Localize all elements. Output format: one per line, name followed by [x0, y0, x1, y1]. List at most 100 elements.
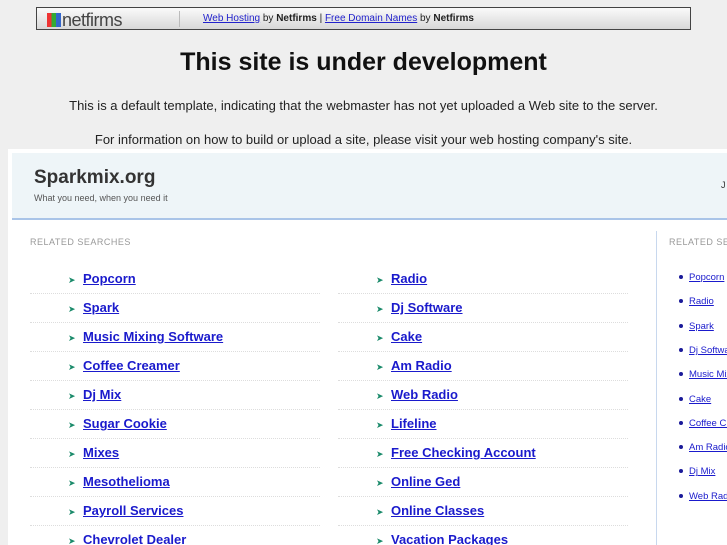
arrow-icon: ➤ [68, 420, 76, 430]
related-searches-label: RELATED SEARCHES [30, 237, 131, 247]
arrow-icon: ➤ [68, 362, 76, 372]
arrow-icon: ➤ [376, 391, 384, 401]
search-link[interactable]: Music Mixing Software [83, 329, 223, 344]
sidebar-link[interactable]: Music Mixing Software [689, 369, 727, 380]
sidebar: RELATED SEARCHES Popcorn Radio Spark Dj Sof… [656, 231, 727, 545]
search-link[interactable]: Free Checking Account [391, 445, 536, 460]
bullet-icon [679, 396, 683, 401]
search-link[interactable]: Am Radio [391, 358, 452, 373]
sidebar-item: Web Radio [679, 491, 727, 502]
arrow-icon: ➤ [68, 536, 76, 545]
list-item: ➤ Am Radio [338, 352, 628, 381]
list-item: ➤ Music Mixing Software [30, 323, 320, 352]
sidebar-link[interactable]: Spark [689, 321, 714, 332]
arrow-icon: ➤ [68, 333, 76, 343]
list-item: ➤ Radio [338, 265, 628, 294]
sidebar-link[interactable]: Coffee Creamer [689, 418, 727, 429]
site-name[interactable]: Sparkmix.org [34, 167, 155, 189]
list-item: ➤ Dj Mix [30, 381, 320, 410]
bullet-icon [679, 493, 683, 498]
search-link[interactable]: Chevrolet Dealer [83, 532, 186, 545]
list-item: ➤ Cake [338, 323, 628, 352]
list-item: ➤ Free Checking Account [338, 439, 628, 468]
free-domain-link[interactable]: Free Domain Names [325, 13, 417, 24]
arrow-icon: ➤ [376, 420, 384, 430]
list-item: ➤ Vacation Packages [338, 526, 628, 545]
sidebar-item: Popcorn [679, 272, 724, 283]
by-text: by [262, 13, 274, 24]
arrow-icon: ➤ [68, 275, 76, 285]
date-text: J [721, 180, 726, 190]
list-item: ➤ Payroll Services [30, 497, 320, 526]
sidebar-link[interactable]: Web Radio [689, 491, 727, 502]
sidebar-link[interactable]: Am Radio [689, 442, 727, 453]
bullet-icon [679, 299, 683, 304]
arrow-icon: ➤ [376, 362, 384, 372]
search-link[interactable]: Online Classes [391, 503, 484, 518]
search-link[interactable]: Online Ged [391, 474, 460, 489]
search-link[interactable]: Lifeline [391, 416, 437, 431]
info-text: This is a default template, indicating t… [69, 98, 658, 113]
search-link[interactable]: Sugar Cookie [83, 416, 167, 431]
list-item: ➤ Web Radio [338, 381, 628, 410]
netfirms-logo[interactable]: netfirms [47, 10, 123, 31]
list-item: ➤ Mixes [30, 439, 320, 468]
list-item: ➤ Coffee Creamer [30, 352, 320, 381]
bullet-icon [679, 323, 683, 328]
search-link[interactable]: Spark [83, 300, 119, 315]
arrow-icon: ➤ [376, 304, 384, 314]
sidebar-related-label: RELATED SEARCHES [669, 237, 727, 247]
bullet-icon [679, 445, 683, 450]
search-link[interactable]: Popcorn [83, 271, 136, 286]
arrow-icon: ➤ [376, 449, 384, 459]
arrow-icon: ➤ [68, 304, 76, 314]
search-link[interactable]: Vacation Packages [391, 532, 508, 545]
sidebar-link[interactable]: Dj Mix [689, 466, 715, 477]
sidebar-item: Dj Software [679, 345, 727, 356]
brand-text: Netfirms [276, 13, 317, 24]
list-item: ➤ Online Ged [338, 468, 628, 497]
list-item: ➤ Mesothelioma [30, 468, 320, 497]
arrow-icon: ➤ [68, 391, 76, 401]
sidebar-item: Am Radio [679, 442, 727, 453]
list-item: ➤ Chevrolet Dealer [30, 526, 320, 545]
banner-links: Web Hosting by Netfirms | Free Domain Na… [203, 13, 474, 24]
bullet-icon [679, 420, 683, 425]
sidebar-link[interactable]: Radio [689, 296, 714, 307]
list-item: ➤ Popcorn [30, 265, 320, 294]
sidebar-item: Cake [679, 394, 711, 405]
arrow-icon: ➤ [376, 333, 384, 343]
site-tagline: What you need, when you need it [34, 193, 168, 203]
search-link[interactable]: Mesothelioma [83, 474, 170, 489]
search-link[interactable]: Web Radio [391, 387, 458, 402]
bullet-icon [679, 275, 683, 279]
arrow-icon: ➤ [68, 478, 76, 488]
arrow-icon: ➤ [376, 536, 384, 545]
list-item: ➤ Dj Software [338, 294, 628, 323]
sidebar-link[interactable]: Cake [689, 394, 711, 405]
web-hosting-link[interactable]: Web Hosting [203, 13, 260, 24]
sidebar-link[interactable]: Popcorn [689, 272, 724, 283]
search-link[interactable]: Cake [391, 329, 422, 344]
search-link[interactable]: Radio [391, 271, 427, 286]
sidebar-item: Coffee Creamer [679, 418, 727, 429]
sidebar-item: Dj Mix [679, 466, 715, 477]
divider [179, 11, 180, 27]
sidebar-item: Radio [679, 296, 714, 307]
sidebar-item: Music Mixing Software [679, 369, 727, 380]
bullet-icon [679, 469, 683, 474]
search-link[interactable]: Mixes [83, 445, 119, 460]
arrow-icon: ➤ [68, 449, 76, 459]
sidebar-link[interactable]: Dj Software [689, 345, 727, 356]
search-link[interactable]: Dj Mix [83, 387, 121, 402]
search-link[interactable]: Dj Software [391, 300, 463, 315]
page-title: This site is under development [180, 48, 547, 76]
bullet-icon [679, 372, 683, 377]
parked-page-frame: Sparkmix.org What you need, when you nee… [8, 149, 727, 545]
list-item: ➤ Lifeline [338, 410, 628, 439]
site-header: Sparkmix.org What you need, when you nee… [12, 153, 727, 220]
search-link[interactable]: Coffee Creamer [83, 358, 180, 373]
search-link[interactable]: Payroll Services [83, 503, 183, 518]
list-item: ➤ Spark [30, 294, 320, 323]
info-text-2: For information on how to build or uploa… [94, 132, 633, 147]
